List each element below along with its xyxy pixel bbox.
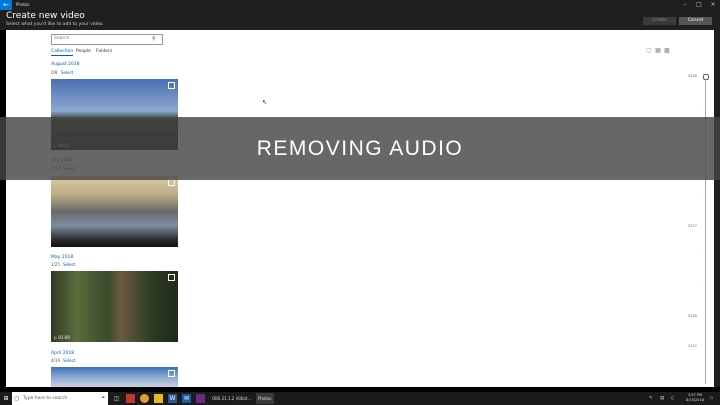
cancel-button[interactable]: Cancel <box>679 17 712 25</box>
timeline-tick: · <box>701 194 703 198</box>
tab-people[interactable]: People <box>76 48 91 55</box>
month-heading[interactable]: April 2018 <box>51 350 74 357</box>
timeline-year[interactable]: 2016 <box>688 314 697 319</box>
tray-network-icon[interactable]: ▤ <box>660 392 664 405</box>
timeline-tick: · <box>701 104 703 108</box>
mouse-cursor-icon: ↖ <box>262 99 268 106</box>
month-heading[interactable]: August 2018 <box>51 61 80 68</box>
select-link[interactable]: Select <box>63 262 75 268</box>
timeline-tick: · <box>701 254 703 258</box>
select-link[interactable]: Select <box>61 70 73 76</box>
taskbar-window-photos[interactable]: Photos <box>256 393 274 404</box>
header <box>0 10 720 30</box>
tray-pen-icon[interactable]: ✎ <box>649 392 653 405</box>
checkbox-icon[interactable] <box>168 370 175 377</box>
timeline-thumb[interactable] <box>703 74 709 80</box>
clock-date: 8/15/2018 <box>686 398 704 402</box>
app-name: Photos <box>16 2 30 7</box>
tray-volume-icon[interactable]: ♫ <box>670 392 674 405</box>
small-tiles-icon[interactable]: ▩ <box>664 48 670 54</box>
mail-icon[interactable]: ✉ <box>182 394 191 403</box>
search-placeholder: Search <box>54 36 70 41</box>
cortana-circle-icon: ○ <box>14 395 20 402</box>
checkbox-icon[interactable] <box>168 274 175 281</box>
checkbox-icon[interactable] <box>168 179 175 186</box>
file-explorer-icon[interactable] <box>154 394 163 403</box>
search-icon[interactable]: ⚲ <box>152 34 156 44</box>
notifications-icon[interactable]: ▫ <box>710 392 713 405</box>
video-thumbnail[interactable] <box>51 367 178 387</box>
timeline-year[interactable]: 2017 <box>688 224 697 229</box>
medium-tiles-icon[interactable]: ▦ <box>655 48 661 54</box>
maximize-icon[interactable]: □ <box>692 0 706 10</box>
tab-collection[interactable]: Collection <box>51 48 74 56</box>
minimize-icon[interactable]: – <box>678 0 692 10</box>
page-subtitle: Select what you'd like to add to your vi… <box>6 22 104 27</box>
chrome-icon[interactable] <box>140 394 149 403</box>
app-icon-purple[interactable] <box>196 394 205 403</box>
video-thumbnail[interactable] <box>51 176 178 247</box>
large-tiles-icon[interactable]: ▢ <box>646 48 652 54</box>
microphone-icon[interactable]: ⚭ <box>101 392 105 405</box>
word-icon[interactable]: W <box>168 394 177 403</box>
checkbox-icon[interactable] <box>168 82 175 89</box>
timeline-year[interactable]: 2018 <box>688 74 697 79</box>
windows-start-icon[interactable]: ⊞ <box>0 392 12 405</box>
select-link[interactable]: Select <box>63 358 75 364</box>
video-thumbnail[interactable]: ▷ 01:00 <box>51 271 178 342</box>
taskbar-search-placeholder: Type here to search <box>23 396 68 401</box>
month-heading[interactable]: May 2018 <box>51 254 73 261</box>
selected-count: 4/19 <box>51 358 60 363</box>
window-edge <box>714 30 720 387</box>
tab-folders[interactable]: Folders <box>96 48 112 55</box>
task-view-icon[interactable]: ◫ <box>112 394 121 403</box>
create-button[interactable]: Create <box>643 17 676 25</box>
overlay-caption: REMOVING AUDIO <box>256 137 464 160</box>
back-arrow-icon[interactable]: ← <box>0 0 12 10</box>
close-icon[interactable]: × <box>706 0 720 10</box>
selected-count: 0/8 <box>51 70 58 75</box>
timeline-tick: · <box>701 284 703 288</box>
taskbar <box>0 392 720 405</box>
title-bar <box>0 0 720 10</box>
video-duration: ▷ 01:00 <box>54 335 70 340</box>
app-icon-red[interactable] <box>126 394 135 403</box>
selected-count: 1/25 <box>51 262 60 267</box>
timeline-year[interactable]: 2015 <box>688 344 697 349</box>
taskbar-clock[interactable]: 3:57 PM 8/15/2018 <box>682 393 708 403</box>
taskbar-window-obs[interactable]: OBS 21.1.2 (64bit... <box>210 393 253 404</box>
